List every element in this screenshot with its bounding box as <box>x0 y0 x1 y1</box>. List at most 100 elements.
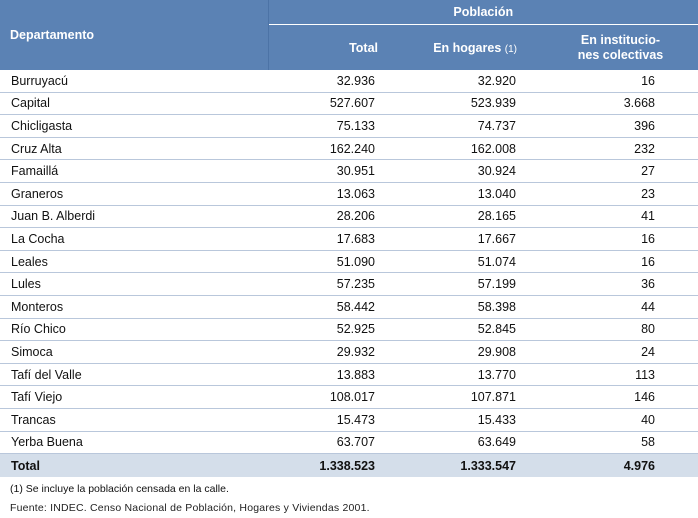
cell-total: 162.240 <box>268 137 384 161</box>
cell-en-hogares: 162.008 <box>384 137 523 161</box>
cell-departamento: La Cocha <box>0 227 268 251</box>
table-row: Yerba Buena 63.707 63.649 58 <box>0 431 698 455</box>
cell-instituciones: 16 <box>523 70 698 93</box>
table-header: Departamento Población Total En hogares … <box>0 0 698 70</box>
table-body: Burruyacú 32.936 32.920 16 Capital 527.607 523… <box>0 70 698 455</box>
cell-departamento: Graneros <box>0 182 268 206</box>
cell-instituciones: 146 <box>523 385 698 409</box>
table-row: Leales 51.090 51.074 16 <box>0 250 698 274</box>
cell-departamento: Simoca <box>0 340 268 364</box>
cell-total: 32.936 <box>268 70 384 93</box>
cell-instituciones: 80 <box>523 318 698 342</box>
table-row: Simoca 29.932 29.908 24 <box>0 340 698 364</box>
cell-total: 52.925 <box>268 318 384 342</box>
cell-total: 527.607 <box>268 92 384 116</box>
cell-departamento: Juan B. Alberdi <box>0 205 268 229</box>
cell-departamento: Tafí Viejo <box>0 385 268 409</box>
table-row: Famaillá 30.951 30.924 27 <box>0 159 698 183</box>
population-table: Departamento Población Total En hogares … <box>0 0 698 478</box>
cell-instituciones: 232 <box>523 137 698 161</box>
header-departamento: Departamento <box>0 0 269 70</box>
cell-en-hogares: 523.939 <box>384 92 523 116</box>
cell-total: 51.090 <box>268 250 384 274</box>
header-en-hogares-label: En hogares <box>433 40 502 55</box>
cell-departamento: Tafí del Valle <box>0 363 268 387</box>
table-row: Chicligasta 75.133 74.737 396 <box>0 114 698 138</box>
cell-instituciones: 16 <box>523 250 698 274</box>
table-row: Lules 57.235 57.199 36 <box>0 272 698 296</box>
cell-en-hogares: 74.737 <box>384 114 523 138</box>
page: Departamento Población Total En hogares … <box>0 0 698 518</box>
header-instituciones-line2: nes colectivas <box>577 47 664 62</box>
cell-en-hogares: 30.924 <box>384 159 523 183</box>
cell-departamento: Chicligasta <box>0 114 268 138</box>
cell-total: 108.017 <box>268 385 384 409</box>
total-row-total: 1.338.523 <box>268 453 384 478</box>
cell-en-hogares: 29.908 <box>384 340 523 364</box>
cell-total: 28.206 <box>268 205 384 229</box>
cell-en-hogares: 15.433 <box>384 408 523 432</box>
cell-instituciones: 24 <box>523 340 698 364</box>
cell-instituciones: 41 <box>523 205 698 229</box>
cell-instituciones: 40 <box>523 408 698 432</box>
table-row: Capital 527.607 523.939 3.668 <box>0 92 698 116</box>
header-total: Total <box>268 24 384 70</box>
cell-en-hogares: 51.074 <box>384 250 523 274</box>
cell-departamento: Yerba Buena <box>0 431 268 455</box>
table-row: Juan B. Alberdi 28.206 28.165 41 <box>0 205 698 229</box>
cell-en-hogares: 63.649 <box>384 431 523 455</box>
cell-total: 17.683 <box>268 227 384 251</box>
cell-departamento: Capital <box>0 92 268 116</box>
cell-total: 30.951 <box>268 159 384 183</box>
header-en-hogares-note: (1) <box>504 43 517 55</box>
cell-instituciones: 58 <box>523 431 698 455</box>
cell-en-hogares: 13.770 <box>384 363 523 387</box>
table-row: Graneros 13.063 13.040 23 <box>0 182 698 206</box>
table-row: Monteros 58.442 58.398 44 <box>0 295 698 319</box>
cell-en-hogares: 28.165 <box>384 205 523 229</box>
table-row: Río Chico 52.925 52.845 80 <box>0 318 698 342</box>
cell-departamento: Lules <box>0 272 268 296</box>
cell-total: 58.442 <box>268 295 384 319</box>
table-footer: Total 1.338.523 1.333.547 4.976 <box>0 453 698 478</box>
table-row: Cruz Alta 162.240 162.008 232 <box>0 137 698 161</box>
cell-total: 13.883 <box>268 363 384 387</box>
cell-en-hogares: 58.398 <box>384 295 523 319</box>
total-row-instituciones: 4.976 <box>523 453 698 478</box>
header-instituciones-line1: En institucio- <box>580 32 661 47</box>
table-row: Burruyacú 32.936 32.920 16 <box>0 70 698 93</box>
header-en-hogares: En hogares (1) <box>384 24 523 70</box>
cell-en-hogares: 17.667 <box>384 227 523 251</box>
cell-instituciones: 113 <box>523 363 698 387</box>
total-row-en-hogares: 1.333.547 <box>384 453 523 478</box>
cell-instituciones: 16 <box>523 227 698 251</box>
cell-instituciones: 36 <box>523 272 698 296</box>
cell-en-hogares: 13.040 <box>384 182 523 206</box>
footnote: (1) Se incluye la población censada en l… <box>10 483 229 495</box>
total-row-label: Total <box>0 453 268 478</box>
cell-total: 75.133 <box>268 114 384 138</box>
header-poblacion: Población <box>268 0 698 25</box>
header-instituciones: En institucio-nes colectivas <box>523 24 698 70</box>
cell-departamento: Leales <box>0 250 268 274</box>
cell-departamento: Monteros <box>0 295 268 319</box>
cell-instituciones: 27 <box>523 159 698 183</box>
cell-total: 63.707 <box>268 431 384 455</box>
cell-total: 15.473 <box>268 408 384 432</box>
table-row: Tafí Viejo 108.017 107.871 146 <box>0 385 698 409</box>
cell-instituciones: 44 <box>523 295 698 319</box>
total-row: Total 1.338.523 1.333.547 4.976 <box>0 453 698 478</box>
table-row: Tafí del Valle 13.883 13.770 113 <box>0 363 698 387</box>
table-row: Trancas 15.473 15.433 40 <box>0 408 698 432</box>
table-row: La Cocha 17.683 17.667 16 <box>0 227 698 251</box>
cell-instituciones: 396 <box>523 114 698 138</box>
cell-total: 57.235 <box>268 272 384 296</box>
cell-total: 29.932 <box>268 340 384 364</box>
cell-en-hogares: 32.920 <box>384 70 523 93</box>
cell-instituciones: 23 <box>523 182 698 206</box>
cell-en-hogares: 107.871 <box>384 385 523 409</box>
cell-departamento: Cruz Alta <box>0 137 268 161</box>
cell-en-hogares: 52.845 <box>384 318 523 342</box>
cell-total: 13.063 <box>268 182 384 206</box>
cell-departamento: Famaillá <box>0 159 268 183</box>
